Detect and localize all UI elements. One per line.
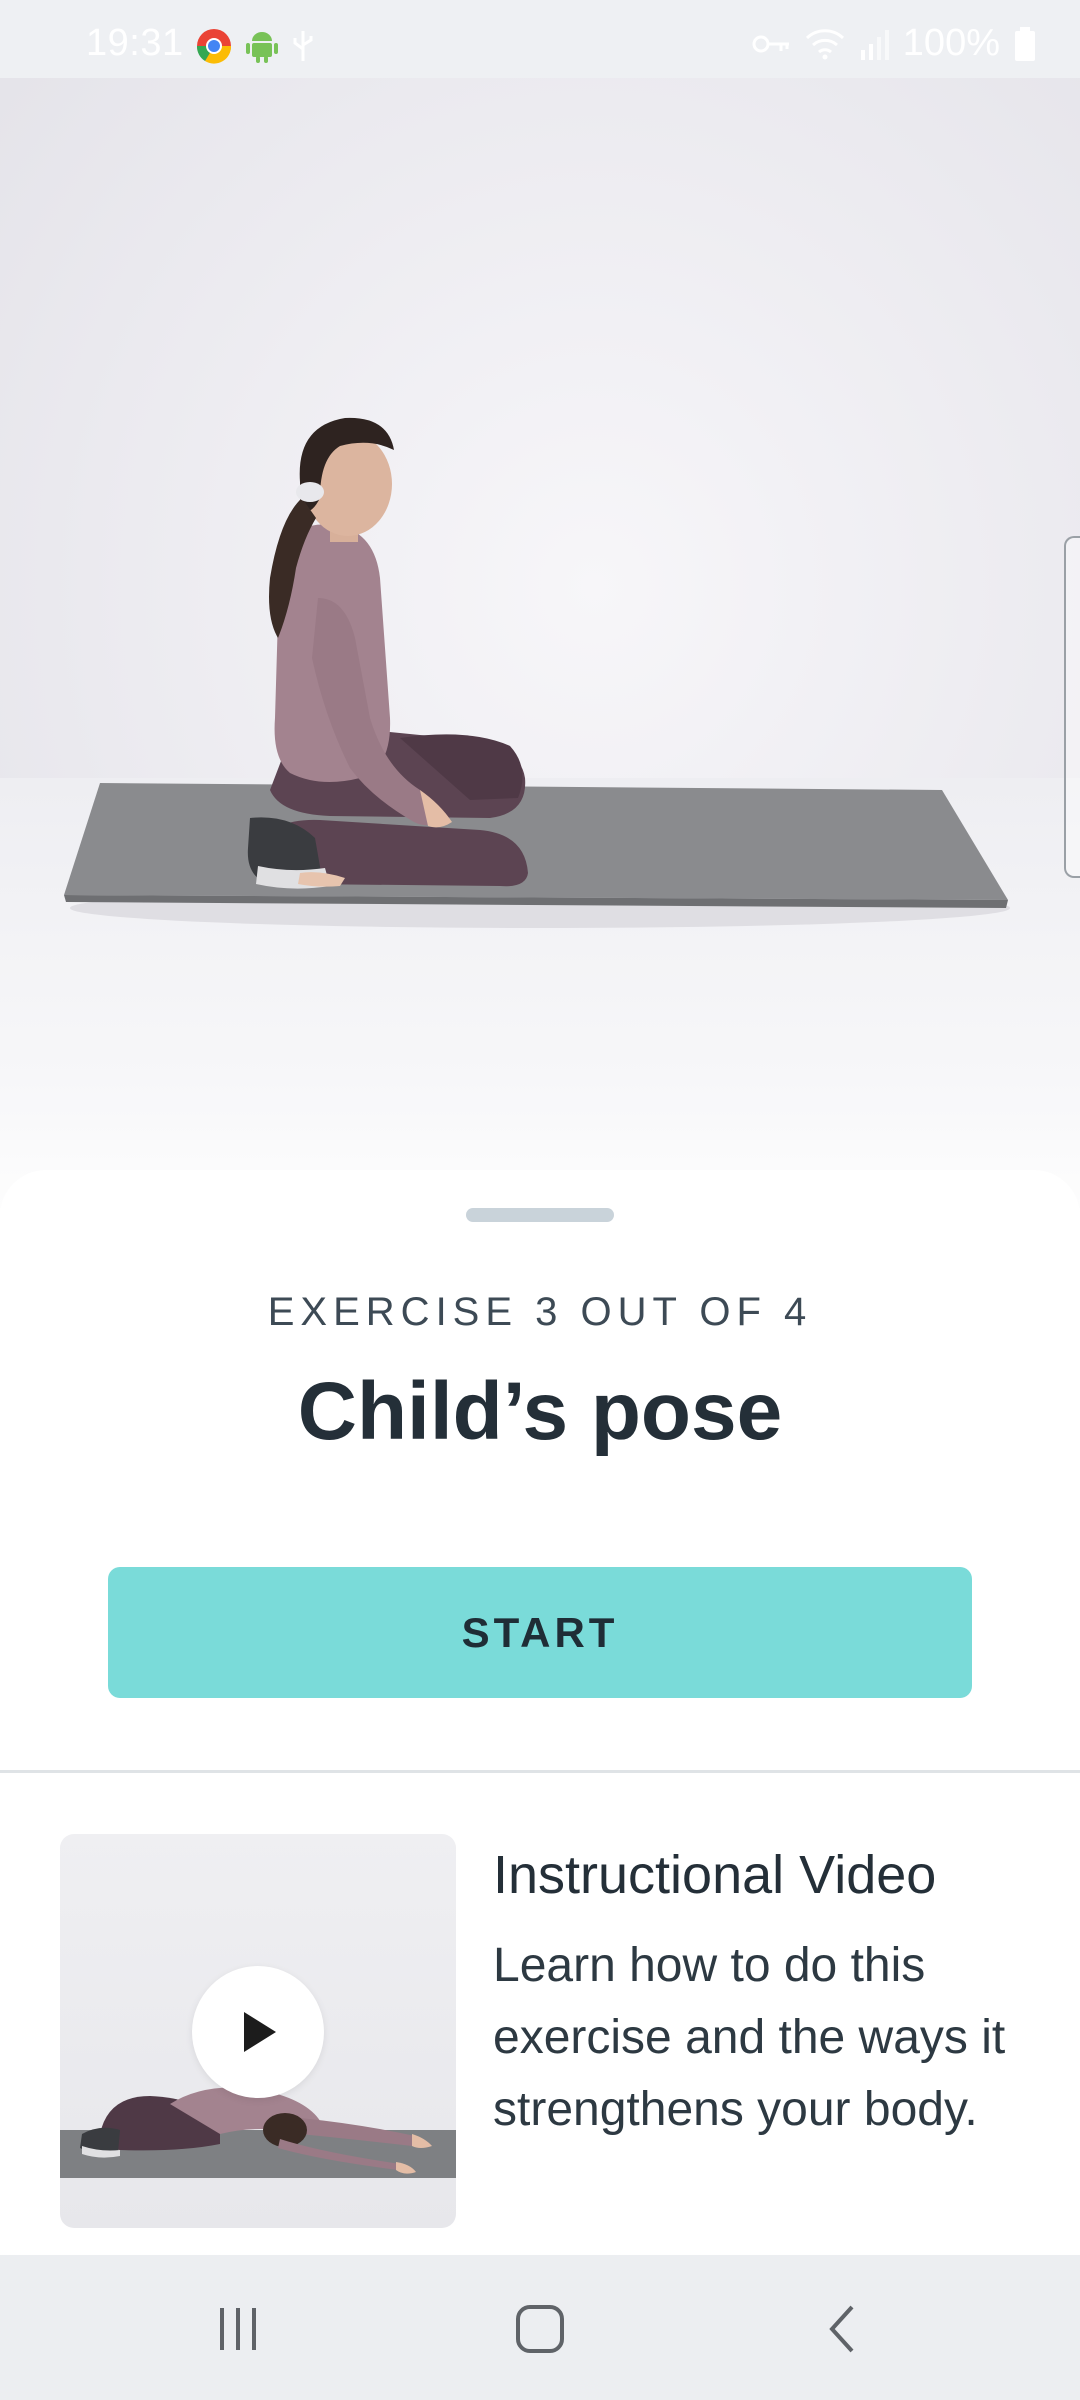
back-button[interactable] [802,2297,882,2361]
woman-kneeling-illustration [64,417,1010,928]
system-nav-bar [0,2255,1080,2400]
status-time: 19:31 [86,22,184,64]
vpn-key-icon [752,35,789,52]
side-panel-handle[interactable] [1064,536,1080,878]
signal-icon [860,29,889,60]
status-bar: 19:31 100% [0,0,1080,78]
recents-icon [220,2308,256,2350]
divider [0,1770,1080,1773]
status-icons-right: 100% [751,22,1036,65]
usb-icon [293,31,313,61]
exercise-bottom-sheet: EXERCISE 3 OUT OF 4 Child’s pose START I… [0,1170,1080,2255]
android-icon [246,32,278,63]
battery-percent: 100% [902,22,1000,64]
battery-icon [1015,26,1035,61]
chrome-icon [196,29,232,64]
start-button[interactable]: START [108,1567,972,1698]
back-icon [829,2305,854,2353]
exercise-title: Child’s pose [297,1366,783,1457]
wifi-icon [805,28,844,59]
exercise-hero-image [0,78,1080,1208]
exercise-progress-label: EXERCISE 3 OUT OF 4 [267,1290,813,1334]
video-title[interactable]: Instructional Video [493,1844,936,1906]
instructional-video-thumbnail[interactable] [60,1834,456,2228]
video-description: Learn how to do this exercise and the wa… [493,1939,1006,2136]
home-button[interactable] [500,2297,580,2361]
recents-button[interactable] [198,2297,278,2361]
sheet-drag-handle[interactable] [466,1208,614,1222]
status-icons-left [196,28,314,64]
play-icon [244,2012,276,2052]
play-button[interactable] [192,1966,324,2098]
home-icon [516,2305,564,2353]
